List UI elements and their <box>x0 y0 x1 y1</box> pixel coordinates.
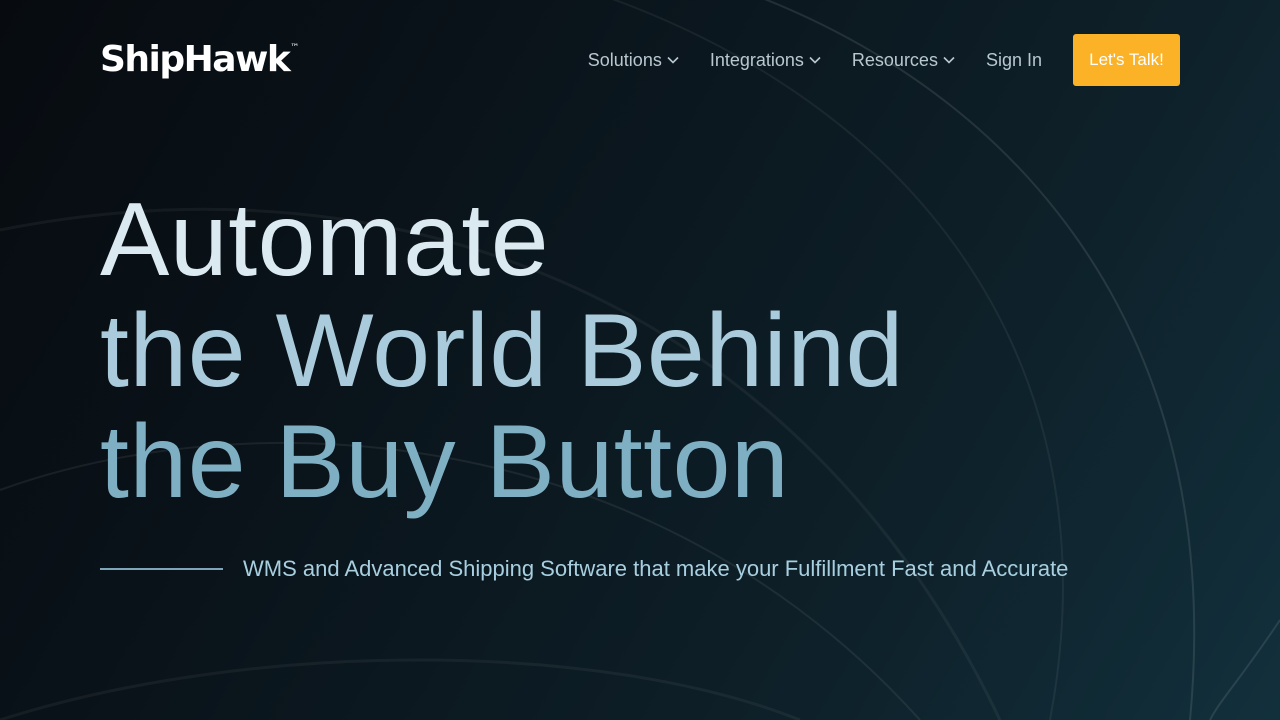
hero-line-1: Automate <box>100 182 550 298</box>
nav-solutions[interactable]: Solutions <box>588 50 679 71</box>
lets-talk-button[interactable]: Let's Talk! <box>1073 34 1180 86</box>
site-header: ShipHawk ™ Solutions Integrations Resourc… <box>100 34 1180 86</box>
nav-resources-label: Resources <box>851 49 938 70</box>
chevron-down-icon <box>943 56 955 64</box>
shiphawk-logo[interactable]: ShipHawk ™ <box>100 42 299 78</box>
main-nav: Solutions Integrations Resources Sign In… <box>588 34 1180 86</box>
nav-integrations-label: Integrations <box>709 49 804 70</box>
nav-sign-in-label: Sign In <box>985 49 1042 70</box>
chevron-down-icon <box>809 56 821 64</box>
nav-solutions-label: Solutions <box>587 49 662 70</box>
nav-integrations[interactable]: Integrations <box>710 50 821 71</box>
chevron-down-icon <box>667 56 679 64</box>
hero-headline: Automate the World Behind the Buy Button <box>100 185 904 518</box>
nav-sign-in[interactable]: Sign In <box>986 50 1042 71</box>
lets-talk-label: Let's Talk! <box>1089 50 1164 69</box>
nav-resources[interactable]: Resources <box>852 50 955 71</box>
hero-tagline: WMS and Advanced Shipping Software that … <box>100 556 1068 582</box>
tagline-divider <box>100 568 223 570</box>
hero-line-3: the Buy Button <box>100 404 790 520</box>
hero-line-2: the World Behind <box>100 293 904 409</box>
tagline-text: WMS and Advanced Shipping Software that … <box>243 556 1069 581</box>
logo-text: ShipHawk <box>100 39 291 80</box>
trademark-mark: ™ <box>290 43 300 53</box>
